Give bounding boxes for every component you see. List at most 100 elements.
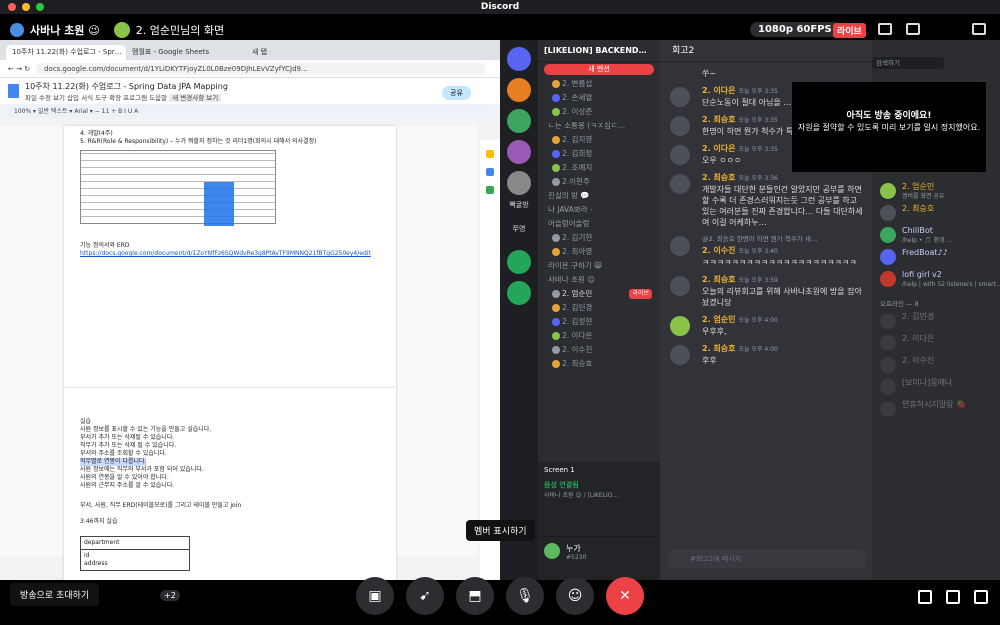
server-icon[interactable] xyxy=(507,78,531,102)
channel-member-item[interactable]: 2. 이상준 xyxy=(538,105,660,119)
channel-member-item[interactable]: 2. 변름섭 xyxy=(538,77,660,91)
close-window-button[interactable] xyxy=(8,3,16,11)
member-item[interactable]: FredBoat♪♪ xyxy=(872,246,1000,268)
member-item[interactable]: 2. 최승호 xyxy=(872,202,1000,224)
message-author[interactable]: 2. 최승호 xyxy=(702,173,735,182)
server-name[interactable]: [LIKELION] BACKEND… xyxy=(538,40,660,62)
microphone-icon[interactable]: 🎙 xyxy=(506,577,544,615)
offline-member-item[interactable]: 연휴하시지말랑 🍓 xyxy=(872,398,1000,420)
changes-button[interactable]: 새 변경사항 보기 xyxy=(169,93,222,102)
message-avatar[interactable] xyxy=(670,345,690,365)
back-icon[interactable]: ← xyxy=(8,65,14,73)
camera-icon[interactable]: ▣ xyxy=(356,577,394,615)
voice-status[interactable]: 음성 연결됨 xyxy=(544,480,654,490)
message-avatar[interactable] xyxy=(670,174,690,194)
volume-icon[interactable] xyxy=(918,590,932,604)
chat-icon[interactable] xyxy=(972,23,986,35)
server-icon[interactable] xyxy=(507,140,531,164)
channel-member-item[interactable]: 2. 김희정 xyxy=(538,147,660,161)
message-author[interactable]: 2. 최승호 xyxy=(702,344,735,353)
screen-label[interactable]: Screen 1 xyxy=(544,466,654,474)
docs-toolbar[interactable]: 100% ▾ 일반 텍스트 ▾ Arial ▾ − 11 + B I U A xyxy=(6,104,494,118)
browser-tab[interactable]: 멤월표 - Google Sheets xyxy=(126,45,246,60)
screen-share-icon[interactable]: ⬒ xyxy=(456,577,494,615)
message-avatar[interactable] xyxy=(670,276,690,296)
popout-stream-icon[interactable] xyxy=(946,590,960,604)
member-item[interactable]: 2. 엄순민 엠버를 화면 공유 xyxy=(872,180,1000,202)
channel-member-item[interactable]: 2. 손세열 xyxy=(538,91,660,105)
maps-icon[interactable] xyxy=(486,186,494,194)
channel-member-item[interactable]: 2. 김지영 xyxy=(538,133,660,147)
popout-icon[interactable] xyxy=(906,23,920,35)
voice-channel[interactable]: 사바나 초원 😉 / [LIKELIO… xyxy=(544,490,654,499)
doc-page-2: 실습 사원 정보를 표시할 수 있는 기능을 만들고 싶습니다. 부서가 추가 … xyxy=(64,388,396,580)
func-spec-link[interactable]: https://docs.google.com/document/d/1ZoYN… xyxy=(80,250,380,258)
channel-member-item[interactable]: 2.이현주 xyxy=(538,175,660,189)
server-label[interactable]: 빡굴방 xyxy=(500,200,538,210)
voice-channel-item[interactable]: 어슬렁어슬렁 xyxy=(538,217,660,231)
streamer-channel[interactable]: 사바나 초원 😉 2. 엄순민님의 화면 xyxy=(10,22,224,38)
message-avatar[interactable] xyxy=(670,87,690,107)
channel-member-item[interactable]: 2. 최아영 xyxy=(538,245,660,259)
member-item[interactable]: ChillBot/help • 🎵 환경 … xyxy=(872,224,1000,246)
chat-message: 2. 최승호 오늘 오후 3:36 개발자들 대단한 분들인건 알았지만 공부를 하… xyxy=(660,172,872,228)
share-button[interactable]: 공유 xyxy=(442,86,471,100)
server-label[interactable]: 쭈영 xyxy=(500,224,538,234)
doc-menus[interactable]: 파일 수정 보기 삽입 서식 도구 확장 프로그램 도움말 xyxy=(25,94,167,102)
message-input[interactable]: #회고2에 메시지 xyxy=(668,550,866,568)
new-mention-pill[interactable]: 새 멘션 xyxy=(544,64,654,75)
browser-tab[interactable]: 새 탭 xyxy=(246,45,366,60)
channel-member-item[interactable]: 2. 조예지 xyxy=(538,161,660,175)
rocket-icon[interactable]: ➹ xyxy=(406,577,444,615)
message-avatar[interactable] xyxy=(670,236,690,256)
channel-member-item[interactable]: 2. 김정현 xyxy=(538,315,660,329)
fullscreen-icon[interactable] xyxy=(974,590,988,604)
channel-member-item[interactable]: 2. 김민경 xyxy=(538,301,660,315)
minimize-window-button[interactable] xyxy=(22,3,30,11)
url-input[interactable]: docs.google.com/document/d/1YLiDKYTFjoyZ… xyxy=(36,62,486,75)
voice-channel-item[interactable]: ㄴ는 소통용 (ㅋㅈ심ㄷ… xyxy=(538,119,660,133)
offline-member-item[interactable]: 2. 이다은 xyxy=(872,332,1000,354)
maximize-window-button[interactable] xyxy=(36,3,44,11)
message-avatar[interactable] xyxy=(670,116,690,136)
channel-member-item[interactable]: 2. 이수진 xyxy=(538,343,660,357)
invite-to-stream-button[interactable]: 방송으로 초대하기 xyxy=(10,583,100,606)
message-author[interactable]: 2. 이다은 xyxy=(702,144,735,153)
voice-channel-item[interactable]: 사바나 초원 😉 xyxy=(538,273,660,287)
message-author[interactable]: 2. 이다은 xyxy=(702,86,735,95)
doc-title[interactable]: 10주차 11.22(화) 수업로그 - Spring Data JPA Map… xyxy=(25,81,228,92)
channel-member-item[interactable]: 2. 이다은 xyxy=(538,329,660,343)
emoji-icon[interactable]: ☺ xyxy=(556,577,594,615)
reload-icon[interactable]: ↻ xyxy=(24,65,30,73)
browser-tab[interactable]: 10주차 11.22(화) 수업로그 - Spr… xyxy=(6,45,126,60)
voice-channel-item[interactable]: 진실의 방 💬 xyxy=(538,189,660,203)
explore-icon[interactable] xyxy=(507,281,531,305)
user-avatar[interactable] xyxy=(544,543,560,559)
offline-member-item[interactable]: [보미나]몽애나 xyxy=(872,376,1000,398)
message-avatar[interactable] xyxy=(670,316,690,336)
search-input[interactable]: 검색하기 xyxy=(872,57,944,69)
message-author[interactable]: 2. 최승호 xyxy=(702,115,735,124)
offline-member-item[interactable]: 2. 이수진 xyxy=(872,354,1000,376)
grid-layout-icon[interactable] xyxy=(878,23,892,35)
server-icon[interactable] xyxy=(507,109,531,133)
message-author[interactable]: 2. 엄순민 xyxy=(702,315,735,324)
channel-member-item[interactable]: 2. 최승호 xyxy=(538,357,660,371)
voice-channel-item[interactable]: 라이온 구하기 😸 xyxy=(538,259,660,273)
channel-member-item[interactable]: 2. 엄순민 라이브 xyxy=(538,287,660,301)
member-item[interactable]: lofi girl v2/help | with 52 listeners | … xyxy=(872,268,1000,290)
keep-icon[interactable] xyxy=(486,150,494,158)
end-stream-icon[interactable]: ✕ xyxy=(606,577,644,615)
forward-icon[interactable]: → xyxy=(16,65,22,73)
reply-preview[interactable]: @2. 최승호 한명이 하면 뭔가 척수가 새… xyxy=(702,234,866,245)
tasks-icon[interactable] xyxy=(486,168,494,176)
channel-member-item[interactable]: 2. 김기현 xyxy=(538,231,660,245)
add-server-icon[interactable] xyxy=(507,250,531,274)
discord-home-icon[interactable] xyxy=(507,47,531,71)
message-author[interactable]: 2. 최승호 xyxy=(702,275,735,284)
message-avatar[interactable] xyxy=(670,145,690,165)
voice-channel-item[interactable]: 나 JAVA봐라 - xyxy=(538,203,660,217)
message-author[interactable]: 2. 이수진 xyxy=(702,246,735,255)
offline-member-item[interactable]: 2. 김민경 xyxy=(872,310,1000,332)
server-icon[interactable] xyxy=(507,171,531,195)
